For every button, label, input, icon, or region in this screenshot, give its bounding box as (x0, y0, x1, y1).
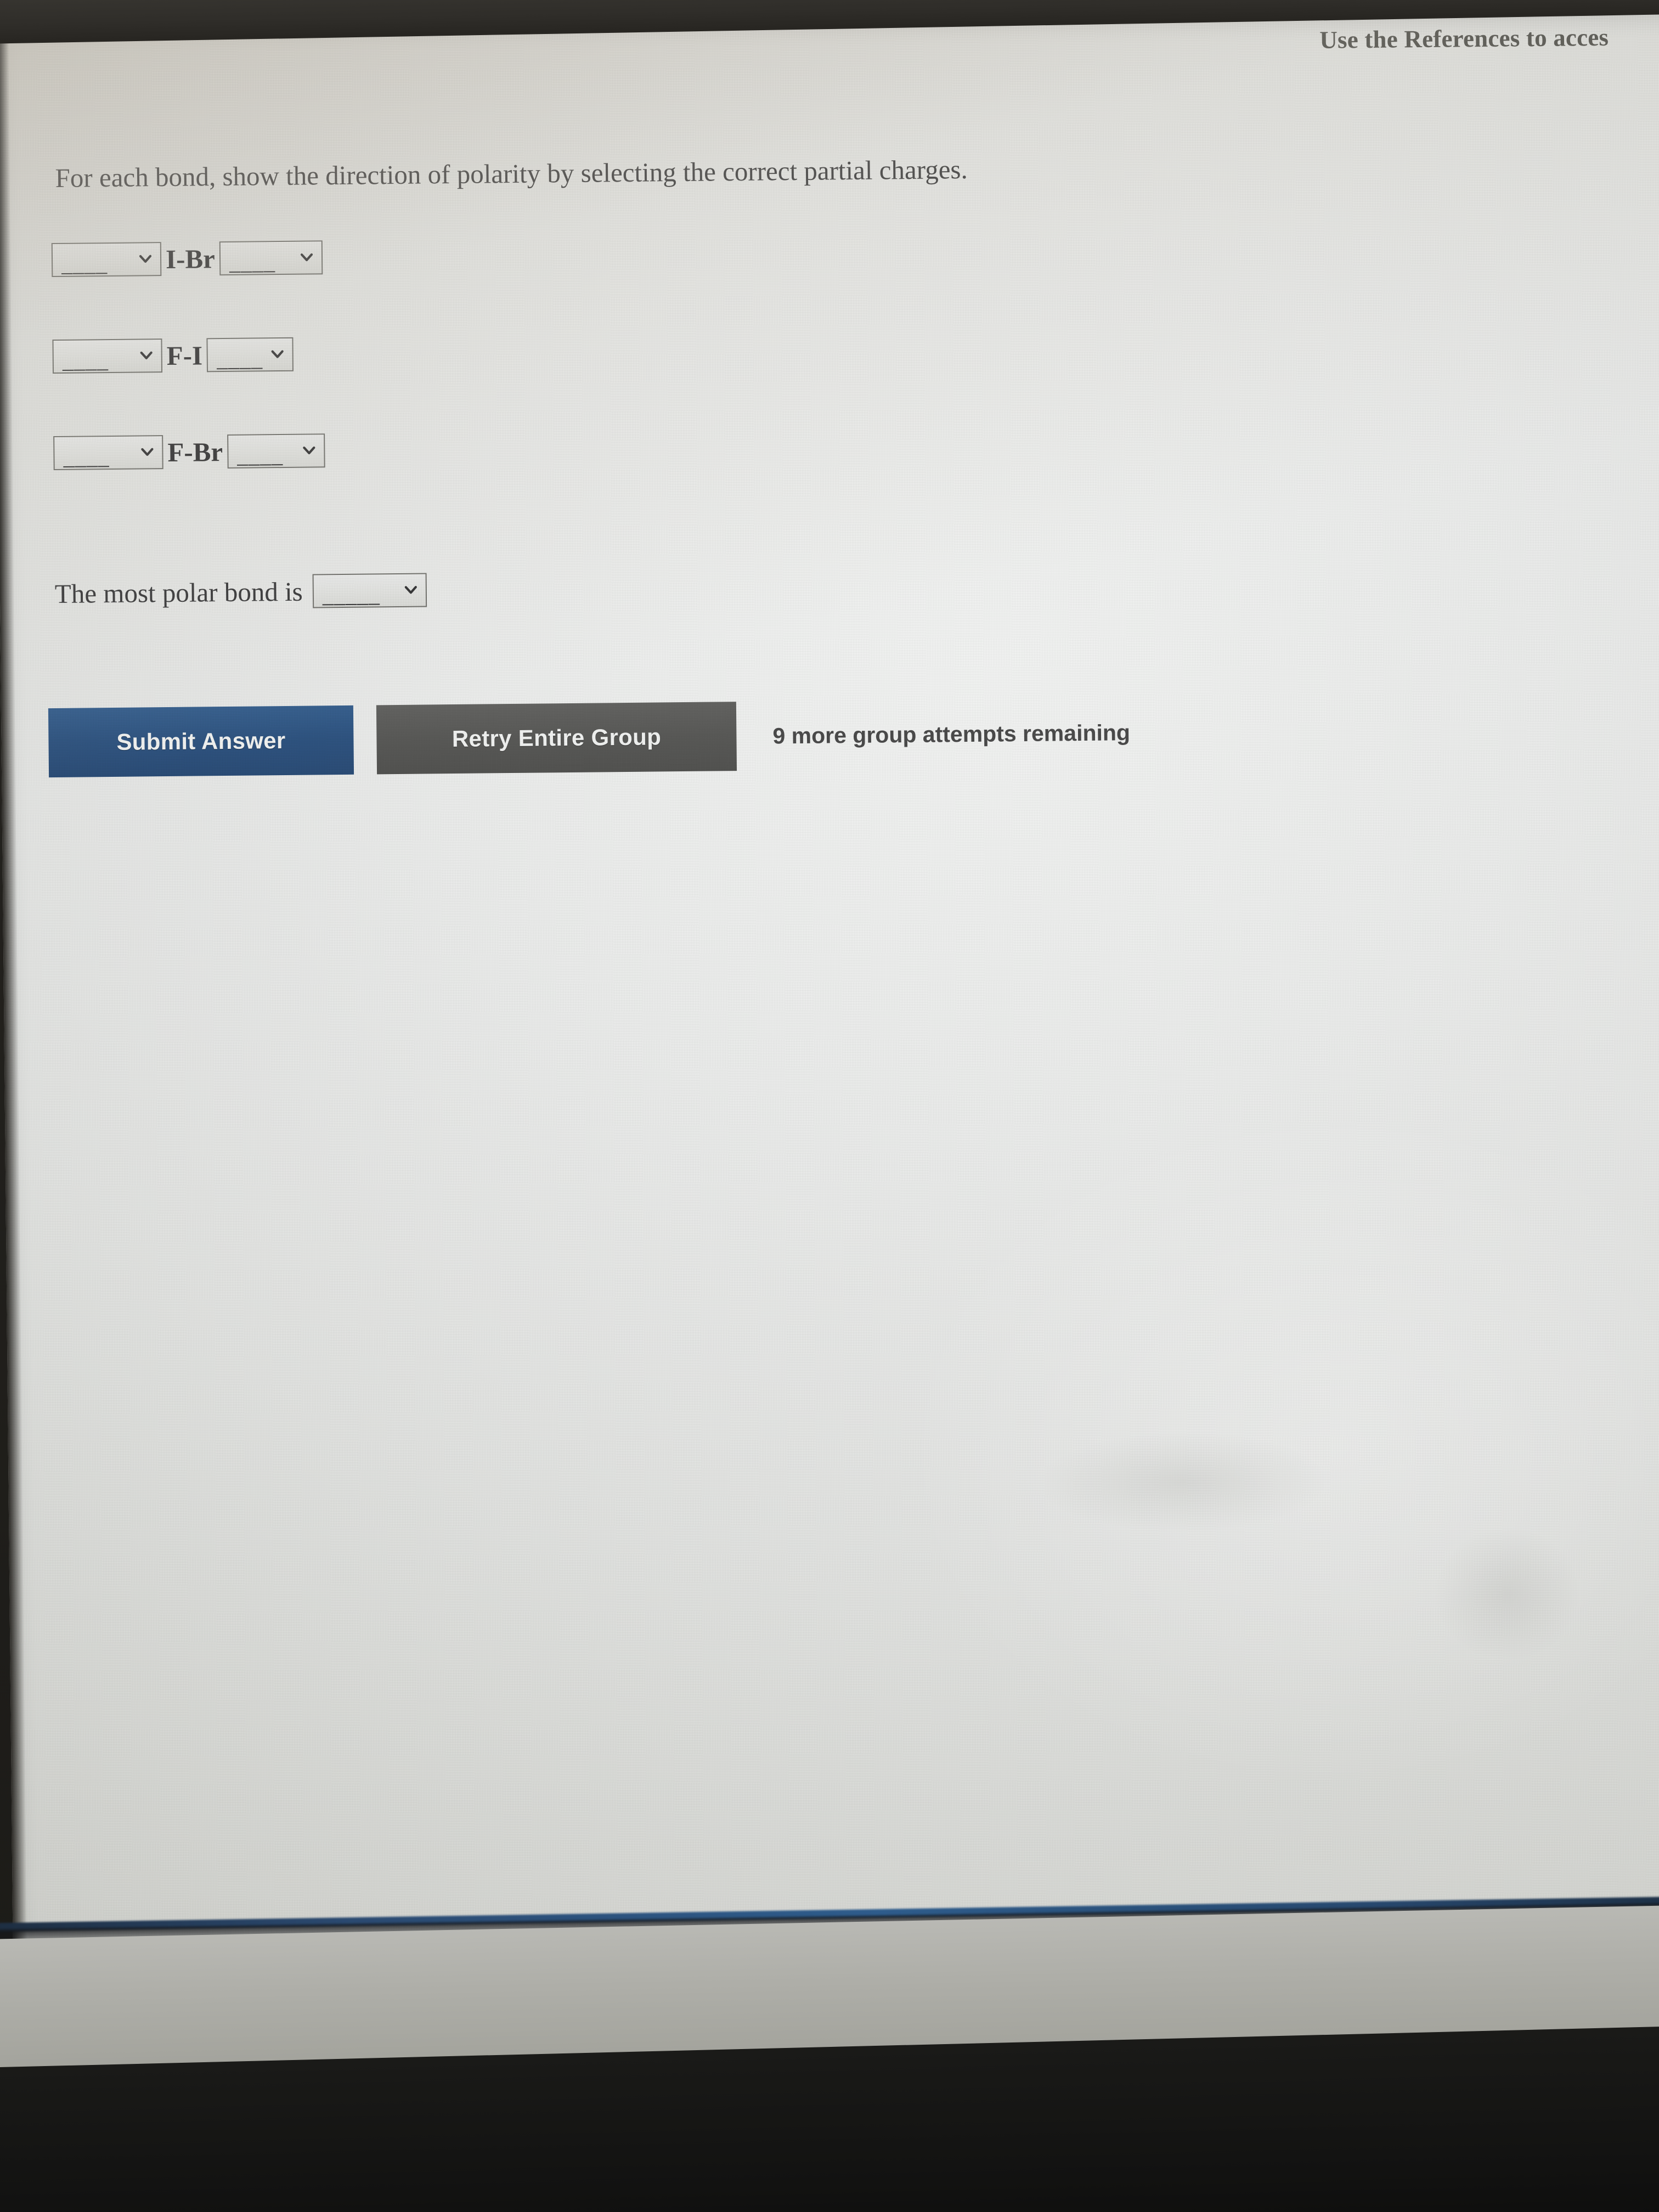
chevron-down-icon (140, 445, 154, 459)
most-polar-bond-label: The most polar bond is (54, 576, 303, 609)
select-value: ____ (63, 444, 110, 470)
chevron-down-icon (138, 252, 153, 266)
bond-row: ____ I-Br ____ (51, 240, 323, 278)
select-value: ____ (216, 346, 263, 372)
partial-charge-select-right-0[interactable]: ____ (219, 240, 323, 276)
bond-label-0: I-Br (165, 243, 216, 274)
action-button-row: Submit Answer Retry Entire Group 9 more … (48, 698, 1131, 778)
bond-label-2: F-Br (167, 436, 223, 467)
references-note: Use the References to acces (1319, 23, 1609, 54)
partial-charge-select-right-2[interactable]: ____ (227, 433, 325, 469)
most-polar-bond-select[interactable]: _____ (312, 573, 427, 608)
submit-answer-button[interactable]: Submit Answer (48, 705, 354, 778)
chevron-down-icon (300, 250, 314, 264)
select-value: ____ (236, 443, 284, 468)
screen-surface: Use the References to acces For each bon… (0, 12, 1659, 1960)
attempts-remaining-text: 9 more group attempts remaining (772, 719, 1131, 748)
select-value: ____ (62, 348, 109, 374)
chevron-down-icon (404, 583, 418, 597)
chevron-down-icon (302, 443, 316, 458)
monitor-photo: Use the References to acces For each bon… (0, 0, 1659, 2212)
select-value: ____ (229, 250, 276, 275)
partial-charge-select-left-0[interactable]: ____ (51, 242, 162, 278)
bond-row: ____ F-Br ____ (53, 433, 325, 471)
partial-charge-select-right-1[interactable]: ____ (206, 337, 294, 373)
partial-charge-select-left-1[interactable]: ____ (52, 338, 163, 374)
retry-entire-group-button[interactable]: Retry Entire Group (376, 702, 737, 775)
select-value: ____ (61, 251, 108, 277)
most-polar-bond-row: The most polar bond is _____ (55, 573, 427, 611)
question-prompt: For each bond, show the direction of pol… (55, 154, 968, 193)
chevron-down-icon (139, 348, 154, 363)
web-page: Use the References to acces For each bon… (0, 12, 1659, 1959)
select-value: _____ (322, 582, 380, 608)
chevron-down-icon (270, 347, 285, 361)
partial-charge-select-left-2[interactable]: ____ (53, 435, 163, 471)
bond-label-1: F-I (166, 340, 203, 371)
bond-row: ____ F-I ____ (52, 337, 294, 374)
